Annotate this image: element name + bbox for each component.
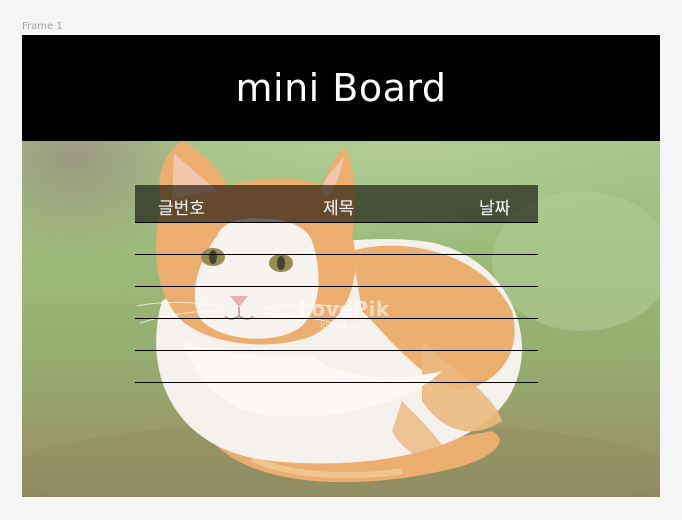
column-header-number: 글번호 xyxy=(158,199,205,219)
column-header-date: 날짜 xyxy=(479,199,511,219)
table-row[interactable] xyxy=(135,287,538,319)
table-row[interactable] xyxy=(135,255,538,287)
board-table-header: 글번호 제목 날짜 xyxy=(135,185,538,223)
page-header: mini Board xyxy=(22,35,660,141)
column-header-title: 제목 xyxy=(323,199,355,219)
table-row[interactable] xyxy=(135,319,538,351)
frame-label: Frame 1 xyxy=(22,21,63,32)
board-frame: mini Board LovePik lovepik.com 글번호 제목 날짜 xyxy=(22,35,660,497)
table-row[interactable] xyxy=(135,351,538,383)
board-table: 글번호 제목 날짜 xyxy=(135,185,538,383)
page-title: mini Board xyxy=(235,66,447,110)
table-row[interactable] xyxy=(135,223,538,255)
